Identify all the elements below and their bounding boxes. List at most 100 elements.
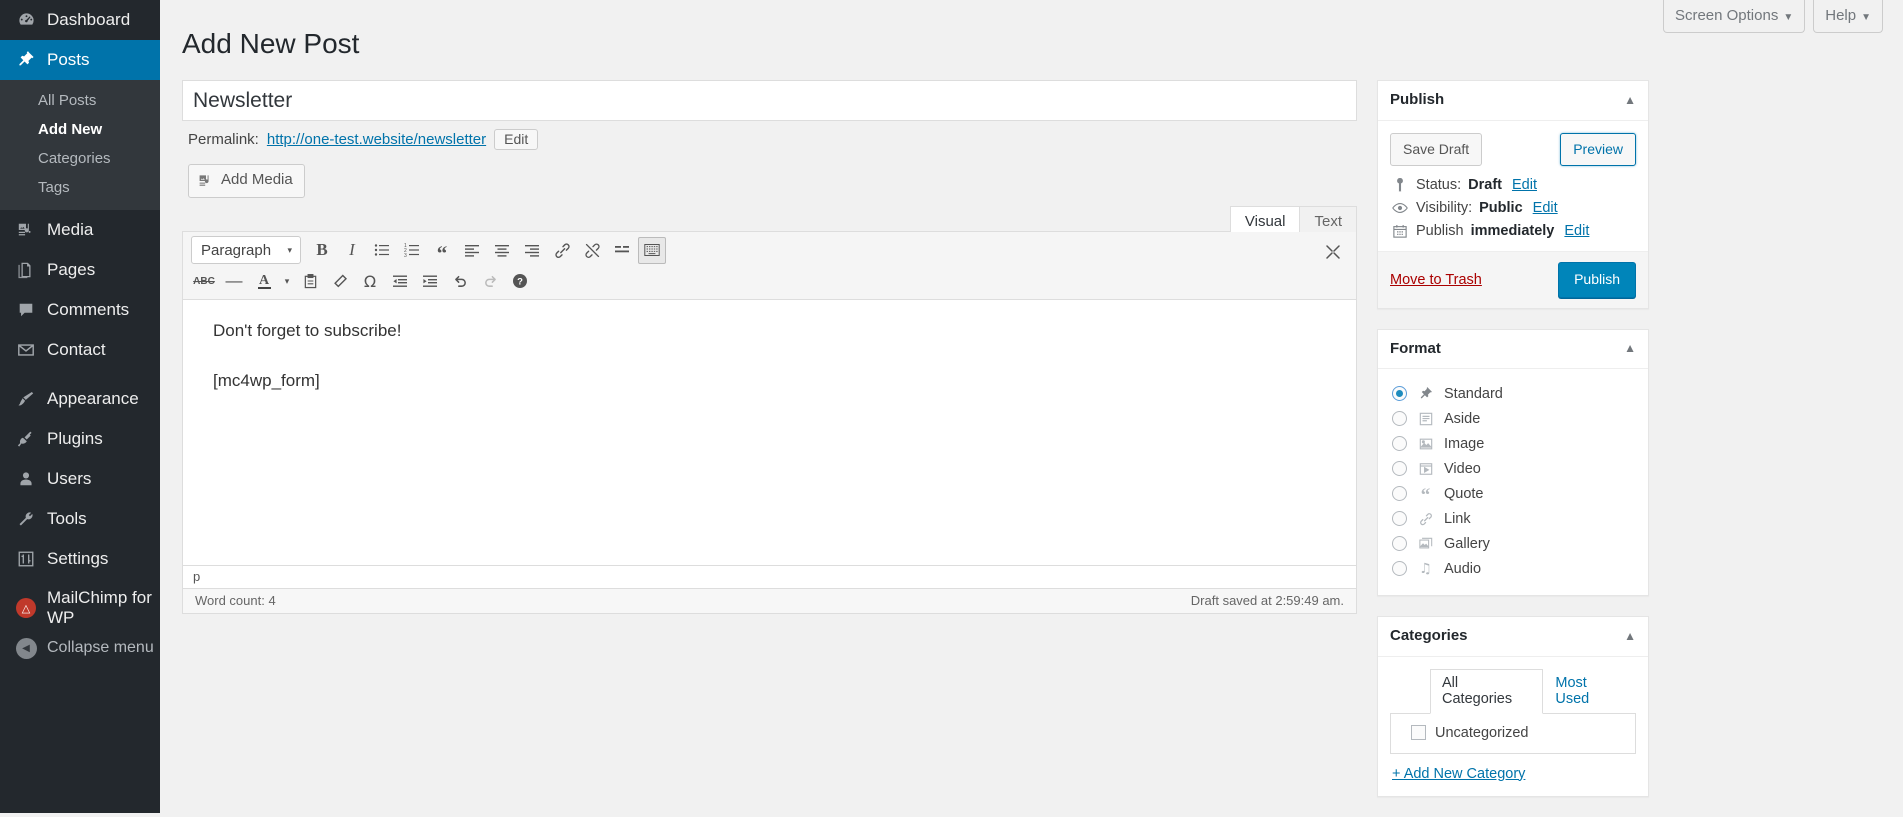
sidebar-item-dashboard[interactable]: Dashboard <box>0 0 160 40</box>
horizontal-rule-icon[interactable]: — <box>220 268 248 295</box>
media-icon <box>14 218 38 242</box>
insert-link-icon[interactable] <box>548 237 576 264</box>
sidebar-item-label: Comments <box>47 300 130 319</box>
editor-toolbar-row-2: ABC — A ▾ Ω ? <box>187 266 1352 297</box>
screen-meta-links: Screen Options ▼ Help ▼ <box>1662 0 1883 33</box>
add-media-button[interactable]: Add Media <box>188 164 305 198</box>
editor-toolbar-row-1: Paragraph ▾ B I 123 “ <box>187 235 1352 266</box>
sidebar-item-comments[interactable]: Comments <box>0 290 160 330</box>
sidebar-item-appearance[interactable]: Appearance <box>0 379 160 419</box>
radio-standard[interactable] <box>1392 386 1407 402</box>
submenu-item-all-posts[interactable]: All Posts <box>0 86 160 115</box>
radio-quote[interactable] <box>1392 486 1407 502</box>
tab-most-used[interactable]: Most Used <box>1543 669 1636 714</box>
editor-paragraph: [mc4wp_form] <box>213 371 320 391</box>
submenu-item-categories[interactable]: Categories <box>0 144 160 173</box>
post-title-input[interactable] <box>182 80 1357 122</box>
permalink-row: Permalink: http://one-test.website/newsl… <box>182 121 1357 151</box>
screen-options-label: Screen Options <box>1674 7 1779 24</box>
screen-options-button[interactable]: Screen Options ▼ <box>1662 0 1806 33</box>
edit-permalink-button[interactable]: Edit <box>494 129 539 151</box>
sidebar-item-mailchimp-for-wp[interactable]: △ MailChimp for WP <box>0 588 160 628</box>
radio-video[interactable] <box>1392 461 1407 477</box>
editor-content-area[interactable]: Don't forget to subscribe! [mc4wp_form] <box>183 299 1356 565</box>
paragraph-format-select[interactable]: Paragraph ▾ <box>191 236 301 265</box>
tab-all-categories[interactable]: All Categories <box>1430 668 1544 714</box>
bold-icon[interactable]: B <box>308 237 336 264</box>
align-left-icon[interactable] <box>458 237 486 264</box>
submenu-item-tags[interactable]: Tags <box>0 173 160 202</box>
eye-icon <box>1391 202 1409 214</box>
unlink-icon[interactable] <box>578 237 606 264</box>
save-draft-button[interactable]: Save Draft <box>1390 132 1483 167</box>
sidebar-item-tools[interactable]: Tools <box>0 499 160 539</box>
format-option-link[interactable]: Link <box>1390 506 1636 531</box>
insert-more-tag-icon[interactable] <box>608 237 636 264</box>
italic-icon[interactable]: I <box>338 237 366 264</box>
permalink-link[interactable]: http://one-test.website/newsletter <box>267 131 486 148</box>
svg-text:3: 3 <box>404 253 407 258</box>
outdent-icon[interactable] <box>386 268 414 295</box>
move-to-trash-link[interactable]: Move to Trash <box>1390 272 1482 288</box>
chevron-up-icon[interactable]: ▲ <box>1624 93 1636 107</box>
blockquote-icon[interactable]: “ <box>428 237 456 264</box>
paste-as-text-icon[interactable] <box>296 268 324 295</box>
radio-gallery[interactable] <box>1392 536 1407 552</box>
format-option-audio[interactable]: ♫ Audio <box>1390 556 1636 581</box>
format-option-video[interactable]: Video <box>1390 456 1636 481</box>
link-icon <box>1417 510 1434 527</box>
sidebar-item-pages[interactable]: Pages <box>0 250 160 290</box>
category-item-uncategorized[interactable]: Uncategorized <box>1403 723 1625 743</box>
publish-button[interactable]: Publish <box>1558 262 1636 298</box>
preview-button[interactable]: Preview <box>1560 132 1636 167</box>
numbered-list-icon[interactable]: 123 <box>398 237 426 264</box>
radio-aside[interactable] <box>1392 411 1407 427</box>
sidebar-item-users[interactable]: Users <box>0 459 160 499</box>
format-option-image[interactable]: Image <box>1390 431 1636 456</box>
format-option-quote[interactable]: “ Quote <box>1390 481 1636 506</box>
toolbar-toggle-icon[interactable] <box>638 236 666 264</box>
posts-submenu: All Posts Add New Categories Tags <box>0 80 160 210</box>
sidebar-item-collapse-menu[interactable]: ◀ Collapse menu <box>0 628 160 668</box>
sidebar-item-media[interactable]: Media <box>0 210 160 250</box>
radio-link[interactable] <box>1392 511 1407 527</box>
sidebar-item-plugins[interactable]: Plugins <box>0 419 160 459</box>
sidebar-item-settings[interactable]: Settings <box>0 539 160 579</box>
indent-icon[interactable] <box>416 268 444 295</box>
help-button[interactable]: Help ▼ <box>1813 0 1883 33</box>
format-label: Quote <box>1444 485 1484 502</box>
format-option-gallery[interactable]: Gallery <box>1390 531 1636 556</box>
strikethrough-icon[interactable]: ABC <box>190 268 218 295</box>
radio-audio[interactable] <box>1392 561 1407 577</box>
redo-icon[interactable] <box>476 268 504 295</box>
submenu-item-add-new[interactable]: Add New <box>0 115 160 144</box>
bulleted-list-icon[interactable] <box>368 237 396 264</box>
add-new-category-link[interactable]: + Add New Category <box>1390 754 1636 784</box>
chevron-up-icon[interactable]: ▲ <box>1624 341 1636 355</box>
comments-icon <box>14 298 38 322</box>
element-path[interactable]: p <box>193 569 200 584</box>
keyboard-shortcuts-icon[interactable]: ? <box>506 268 534 295</box>
sidebar-item-posts[interactable]: Posts <box>0 40 168 80</box>
radio-image[interactable] <box>1392 436 1407 452</box>
edit-visibility-link[interactable]: Edit <box>1533 200 1558 216</box>
align-right-icon[interactable] <box>518 237 546 264</box>
calendar-icon <box>1391 224 1409 238</box>
text-color-icon[interactable]: A <box>250 268 278 295</box>
image-icon <box>1417 435 1434 452</box>
category-tabs: All Categories Most Used <box>1390 668 1636 714</box>
text-color-dropdown-icon[interactable]: ▾ <box>280 268 294 295</box>
undo-icon[interactable] <box>446 268 474 295</box>
edit-status-link[interactable]: Edit <box>1512 177 1537 193</box>
quote-icon: “ <box>1420 485 1431 507</box>
chevron-up-icon[interactable]: ▲ <box>1624 629 1636 643</box>
edit-schedule-link[interactable]: Edit <box>1564 223 1589 239</box>
category-checkbox[interactable] <box>1411 725 1426 741</box>
clear-formatting-icon[interactable] <box>326 268 354 295</box>
format-option-aside[interactable]: Aside <box>1390 406 1636 431</box>
align-center-icon[interactable] <box>488 237 516 264</box>
sidebar-item-contact[interactable]: Contact <box>0 330 160 370</box>
fullscreen-icon[interactable] <box>1319 239 1347 266</box>
special-character-icon[interactable]: Ω <box>356 268 384 295</box>
format-option-standard[interactable]: Standard <box>1390 381 1636 406</box>
